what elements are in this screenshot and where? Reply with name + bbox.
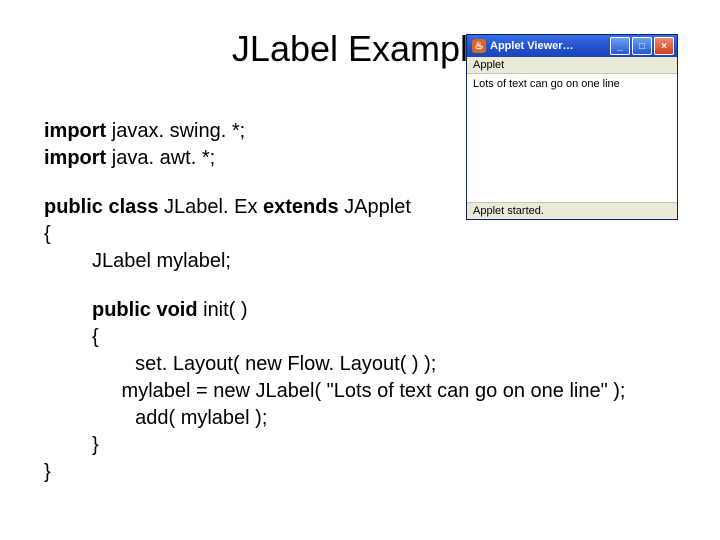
code-text: javax. swing. *; <box>106 120 245 142</box>
code-text: JApplet <box>339 196 411 218</box>
applet-window: ♨ Applet Viewer… _ □ × Applet Lots of te… <box>466 34 678 220</box>
brace: } <box>44 459 676 486</box>
window-title: Applet Viewer… <box>490 40 610 52</box>
close-button[interactable]: × <box>654 37 674 55</box>
kw-extends: extends <box>263 196 339 218</box>
menu-applet[interactable]: Applet <box>467 57 677 74</box>
brace: { <box>44 324 99 351</box>
kw-import: import <box>44 120 106 142</box>
java-icon: ♨ <box>472 39 486 53</box>
kw-public-void: public void <box>92 299 198 321</box>
minimize-button[interactable]: _ <box>610 37 630 55</box>
code-text: java. awt. *; <box>106 147 215 169</box>
code-text: init( ) <box>198 299 248 321</box>
status-bar: Applet started. <box>467 202 677 219</box>
label-text: Lots of text can go on one line <box>473 78 620 90</box>
code-text: mylabel = new JLabel( "Lots of text can … <box>44 378 626 405</box>
code-text: add( mylabel ); <box>44 405 267 432</box>
titlebar: ♨ Applet Viewer… _ □ × <box>467 35 677 57</box>
kw-public-class: public class <box>44 196 159 218</box>
kw-import: import <box>44 147 106 169</box>
code-text: set. Layout( new Flow. Layout( ) ); <box>44 351 436 378</box>
code-text: JLabel. Ex <box>159 196 264 218</box>
code-text: JLabel mylabel; <box>44 248 231 275</box>
maximize-button[interactable]: □ <box>632 37 652 55</box>
brace: { <box>44 221 676 248</box>
applet-content: Lots of text can go on one line <box>467 74 677 202</box>
brace: } <box>44 432 99 459</box>
